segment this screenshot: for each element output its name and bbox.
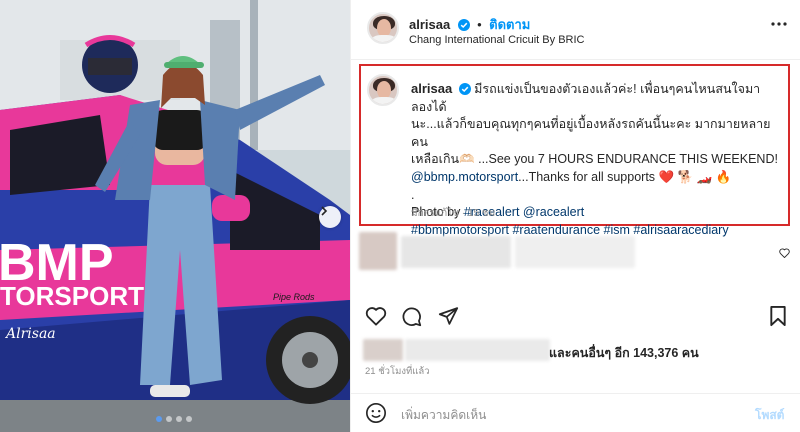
avatar[interactable] bbox=[367, 12, 399, 44]
location-link[interactable]: Chang International Cricuit By BRIC bbox=[409, 34, 584, 46]
post-comment-button[interactable]: โพสต์ bbox=[755, 406, 784, 425]
follow-button[interactable]: ติดตาม bbox=[489, 17, 530, 32]
comment-like-icon[interactable] bbox=[779, 248, 790, 258]
likes-text[interactable]: และคนอื่นๆ อีก 143,376 คน bbox=[549, 343, 699, 363]
likes-row: และคนอื่นๆ อีก 143,376 คน bbox=[363, 339, 793, 361]
carousel-indicator bbox=[156, 416, 192, 422]
carousel-dot bbox=[166, 416, 172, 422]
add-comment-bar: เพิ่มความคิดเห็น โพสต์ bbox=[351, 393, 800, 432]
header-title-row: alrisaa • ติดตาม bbox=[409, 14, 530, 35]
caption-dot-line: . bbox=[411, 187, 415, 202]
post-photo[interactable]: BMP TORSPORT Pipe Rods Alrisaa bbox=[0, 0, 350, 432]
more-options-icon[interactable] bbox=[771, 22, 787, 26]
caption-highlight-box: alrisaa มีรถแข่งเป็นของตัวเองแล้วค่ะ! เพ… bbox=[359, 64, 790, 237]
post-header: alrisaa • ติดตาม Chang International Cri… bbox=[351, 0, 800, 60]
carousel-dot bbox=[176, 416, 182, 422]
mention-racealert[interactable]: @racealert bbox=[523, 205, 584, 219]
meta-separator: · bbox=[461, 208, 466, 219]
race-car-photo: BMP TORSPORT Pipe Rods Alrisaa bbox=[0, 0, 350, 432]
caption-line-1: alrisaa มีรถแข่งเป็นของตัวเองแล้วค่ะ! เพ… bbox=[411, 80, 781, 116]
bookmark-icon[interactable] bbox=[769, 306, 787, 327]
caption-username[interactable]: alrisaa bbox=[411, 81, 452, 96]
comment-input[interactable]: เพิ่มความคิดเห็น bbox=[401, 406, 486, 425]
signature-text: Alrisaa bbox=[4, 326, 56, 342]
header-separator: • bbox=[477, 17, 482, 32]
caption-avatar[interactable] bbox=[367, 74, 399, 106]
caption-line-4: @bbmp.motorsport...Thanks for all suppor… bbox=[411, 169, 781, 187]
share-icon[interactable] bbox=[438, 306, 459, 326]
comment-text-blurred bbox=[401, 236, 511, 268]
emoji-icon[interactable] bbox=[365, 402, 387, 424]
caption-meta: มีการแก้ไข · 15 ชม. bbox=[411, 206, 498, 221]
chevron-right-icon bbox=[321, 206, 328, 216]
carousel-dot bbox=[186, 416, 192, 422]
action-bar bbox=[351, 300, 800, 336]
mention-bbmp[interactable]: @bbmp.motorsport bbox=[411, 170, 518, 184]
post-details-panel: alrisaa • ติดตาม Chang International Cri… bbox=[350, 0, 800, 432]
post-timestamp[interactable]: 21 ชั่วโมงที่แล้ว bbox=[365, 364, 430, 379]
heart-icon[interactable] bbox=[365, 306, 387, 326]
liker-avatar-blurred[interactable] bbox=[363, 339, 403, 361]
edited-label: มีการแก้ไข bbox=[411, 208, 459, 219]
car-text-small: Pipe Rods bbox=[273, 292, 315, 302]
caption-body-3: เหลือเกิน🫶🏻 ...See you 7 HOURS ENDURANCE… bbox=[411, 152, 778, 167]
verified-badge-icon bbox=[457, 19, 470, 31]
comment-avatar-blurred[interactable] bbox=[359, 232, 397, 270]
likes-prefix: และ bbox=[549, 346, 572, 360]
caption-body-2: นะ...แล้วก็ขอบคุณทุกๆคนที่อยู่เบื้องหลัง… bbox=[411, 117, 771, 149]
carousel-dot bbox=[156, 416, 162, 422]
liker-name-blurred[interactable] bbox=[405, 339, 550, 361]
car-text-right: TORSPORT bbox=[0, 281, 144, 311]
header-username[interactable]: alrisaa bbox=[409, 17, 450, 32]
caption-age: 15 ชม. bbox=[467, 208, 498, 219]
comment-icon[interactable] bbox=[401, 306, 422, 327]
verified-badge-icon bbox=[458, 83, 471, 95]
next-photo-button[interactable] bbox=[319, 206, 341, 228]
likes-others: คนอื่นๆ อีก 143,376 คน bbox=[571, 346, 699, 360]
comment-row bbox=[359, 232, 790, 272]
caption-thanks: ...Thanks for all supports ❤️ 🐕 🏎️ 🔥 bbox=[518, 169, 732, 184]
comment-text-blurred bbox=[515, 236, 635, 268]
